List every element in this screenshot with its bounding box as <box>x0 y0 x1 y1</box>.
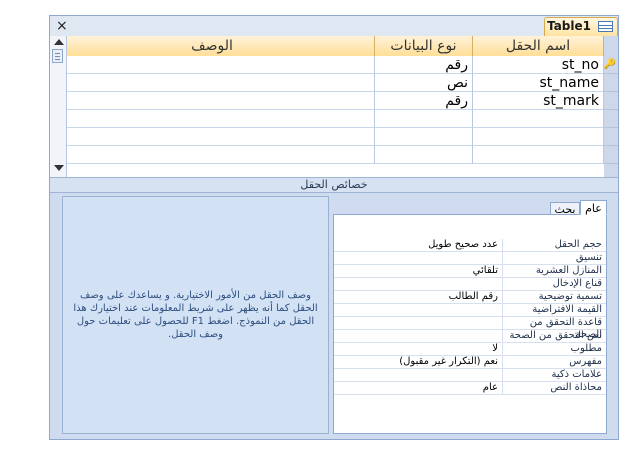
row-selector[interactable] <box>604 110 618 128</box>
property-label: علامات ذكية <box>502 369 604 381</box>
header-data-type: نوع البيانات <box>375 36 473 56</box>
header-description: الوصف <box>50 36 375 56</box>
field-name-cell[interactable] <box>473 146 604 164</box>
property-row[interactable]: المنازل العشرية تلقائي <box>334 265 606 278</box>
row-selector[interactable] <box>604 92 618 110</box>
description-cell[interactable] <box>67 110 375 128</box>
table-row[interactable]: st_mark رقم <box>50 92 618 110</box>
property-label: مطلوب <box>502 343 604 355</box>
property-row[interactable]: محاذاة النص عام <box>334 382 606 395</box>
field-design-grid: اسم الحقل نوع البيانات الوصف 🔑 st_no رقم… <box>50 36 618 177</box>
table-row[interactable] <box>50 146 618 164</box>
property-value[interactable]: لا <box>340 343 500 355</box>
property-row[interactable]: علامات ذكية <box>334 369 606 382</box>
property-value[interactable]: تلقائي <box>340 265 500 277</box>
property-label: محاذاة النص <box>502 382 604 394</box>
description-cell[interactable] <box>67 56 375 74</box>
field-name-cell[interactable]: st_mark <box>473 92 604 110</box>
description-cell[interactable] <box>67 92 375 110</box>
field-name-cell[interactable]: st_name <box>473 74 604 92</box>
row-selector[interactable] <box>604 146 618 164</box>
property-value[interactable] <box>340 369 500 381</box>
table-row[interactable] <box>50 110 618 128</box>
tab-general[interactable]: عام <box>580 200 607 215</box>
close-icon[interactable]: × <box>56 16 68 36</box>
scroll-down-icon[interactable] <box>54 165 64 171</box>
property-label: مفهرس <box>502 356 604 368</box>
row-selector[interactable] <box>604 74 618 92</box>
property-label: المنازل العشرية <box>502 265 604 277</box>
property-row[interactable]: القيمة الافتراضية <box>334 304 606 317</box>
property-value[interactable]: رقم الطالب <box>340 291 500 303</box>
field-properties-header: خصائص الحقل <box>50 177 618 193</box>
property-row[interactable]: قناع الإدخال <box>334 278 606 291</box>
property-row[interactable]: تنسيق <box>334 252 606 265</box>
row-selector-header <box>604 36 618 56</box>
header-field-name: اسم الحقل <box>473 36 604 56</box>
property-value[interactable]: نعم (التكرار غير مقبول) <box>340 356 500 368</box>
document-tab-bar: × Table1 <box>50 16 618 37</box>
property-label: قناع الإدخال <box>502 278 604 290</box>
property-value[interactable] <box>340 330 500 342</box>
property-row[interactable]: قاعدة التحقق من الصحة <box>334 317 606 340</box>
tab-table1[interactable]: Table1 <box>544 17 618 36</box>
field-properties-panel: حجم الحقل عدد صحيح طويل تنسيق المنازل الع… <box>333 214 607 434</box>
scroll-thumb[interactable] <box>52 49 63 63</box>
property-row[interactable]: مطلوب لا <box>334 343 606 356</box>
table-row[interactable]: st_name نص <box>50 74 618 92</box>
property-value[interactable] <box>340 304 500 316</box>
data-type-cell[interactable] <box>375 128 473 146</box>
description-cell[interactable] <box>67 128 375 146</box>
property-value[interactable] <box>340 317 500 329</box>
table-icon <box>598 21 613 32</box>
property-row[interactable]: نص التحقق من الصحة <box>334 330 606 343</box>
property-value[interactable]: عام <box>340 382 500 394</box>
property-value[interactable] <box>340 278 500 290</box>
property-value[interactable]: عدد صحيح طويل <box>340 239 500 251</box>
description-cell[interactable] <box>67 74 375 92</box>
data-type-cell[interactable]: رقم <box>375 92 473 110</box>
property-label: قاعدة التحقق من الصحة <box>502 317 604 340</box>
property-label: تنسيق <box>502 252 604 264</box>
data-type-cell[interactable]: رقم <box>375 56 473 74</box>
data-type-cell[interactable] <box>375 146 473 164</box>
scroll-up-icon[interactable] <box>54 39 64 45</box>
data-type-cell[interactable]: نص <box>375 74 473 92</box>
description-cell[interactable] <box>67 146 375 164</box>
table-row[interactable]: 🔑 st_no رقم <box>50 56 618 74</box>
property-label: القيمة الافتراضية <box>502 304 604 316</box>
property-row[interactable]: تسمية توضيحية رقم الطالب <box>334 291 606 304</box>
field-name-cell[interactable] <box>473 110 604 128</box>
field-help-text: وصف الحقل من الأمور الاختيارية. و يساعدك… <box>73 290 318 340</box>
field-help-pane: وصف الحقل من الأمور الاختيارية. و يساعدك… <box>62 196 329 434</box>
table-row[interactable] <box>50 128 618 146</box>
field-name-cell[interactable] <box>473 128 604 146</box>
tab-title: Table1 <box>547 19 591 33</box>
property-label: تسمية توضيحية <box>502 291 604 303</box>
property-label: حجم الحقل <box>502 239 604 251</box>
data-type-cell[interactable] <box>375 110 473 128</box>
property-label: نص التحقق من الصحة <box>502 330 604 342</box>
grid-scrollbar[interactable] <box>50 36 67 177</box>
row-selector[interactable]: 🔑 <box>604 56 618 74</box>
property-row[interactable]: حجم الحقل عدد صحيح طويل <box>334 239 606 252</box>
key-icon: 🔑 <box>603 59 616 70</box>
property-value[interactable] <box>340 252 500 264</box>
property-row[interactable]: مفهرس نعم (التكرار غير مقبول) <box>334 356 606 369</box>
field-name-cell[interactable]: st_no <box>473 56 604 74</box>
table-design-window: × Table1 اسم الحقل نوع البيانات الوصف 🔑 … <box>49 15 619 440</box>
row-selector-filler <box>604 164 618 177</box>
row-selector[interactable] <box>604 128 618 146</box>
